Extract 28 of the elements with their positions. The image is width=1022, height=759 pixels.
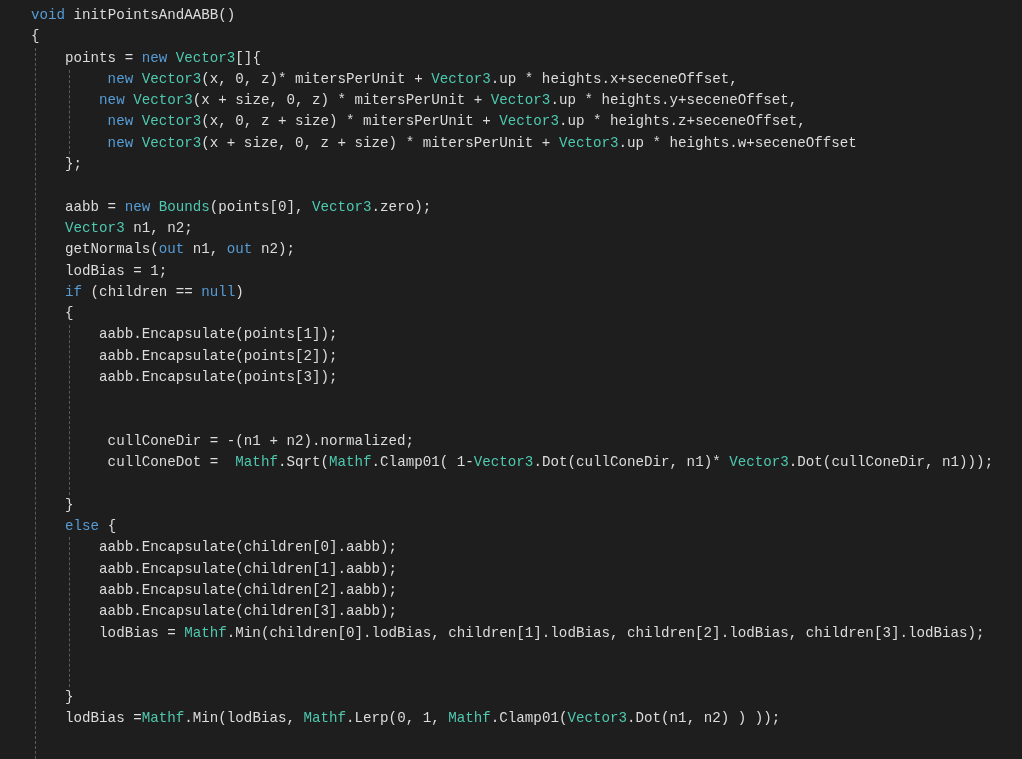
code-line: aabb.Encapsulate(points[1]); [98, 325, 338, 345]
code-line: new Vector3(x, 0, z)* mitersPerUnit + Vector3.up * heights.x+seceneOffset, [106, 69, 738, 89]
code-line: aabb.Encapsulate(children[3].aabb); [98, 602, 398, 622]
code-line: aabb.Encapsulate(children[2].aabb); [98, 581, 398, 600]
code-line: }; [64, 155, 83, 175]
code-line: aabb = new Bounds(points[0], Vector3.zero); [64, 197, 432, 217]
code-line: new Vector3(x + size, 0, z) * mitersPerUnit + Vector3.up * heights.y+seceneOffset, [98, 91, 798, 111]
code-line: } [64, 687, 74, 707]
code-line: { [64, 304, 74, 324]
code-line: else { [64, 517, 117, 537]
code-line: aabb.Encapsulate(children[1].aabb); [98, 559, 398, 579]
code-line: new Vector3(x + size, 0, z + size) * mitersPerUnit + Vector3.up * heights.w+seceneOffset [106, 133, 857, 153]
code-line: lodBias = Mathf.Min(children[0].lodBias, children[1].lodBias, children[2].lodBias, children[3].lodBias); [98, 623, 985, 643]
code-line: cullConeDot = Mathf.Sqrt(Mathf.Clamp01( 1-Vector3.Dot(cullConeDir, n1)* Vector3.Dot(cullConeDir, n1))); [106, 453, 994, 473]
code-line: } [64, 495, 74, 515]
code-line: aabb.Encapsulate(points[2]); [98, 346, 338, 366]
code-line: points = new Vector3[]{ [64, 48, 261, 68]
code-line: void initPointsAndAABB() [31, 6, 236, 25]
code-line: getNormals(out n1, out n2); [64, 240, 295, 260]
code-line: lodBias =Mathf.Min(lodBias, Mathf.Lerp(0, 1, Mathf.Clamp01(Vector3.Dot(n1, n2) ) )); [64, 708, 781, 728]
code-line: lodBias = 1; [64, 261, 168, 281]
code-line: aabb.Encapsulate(points[3]); [98, 368, 338, 388]
code-line: if (children == null) [64, 282, 244, 302]
code-line: aabb.Encapsulate(children[0].aabb); [98, 538, 398, 558]
code-line: Vector3 n1, n2; [64, 218, 193, 238]
code-line: { [31, 27, 40, 47]
code-line: cullConeDir = -(n1 + n2).normalized; [106, 431, 415, 451]
code-line: new Vector3(x, 0, z + size) * mitersPerUnit + Vector3.up * heights.z+seceneOffset, [106, 112, 806, 132]
